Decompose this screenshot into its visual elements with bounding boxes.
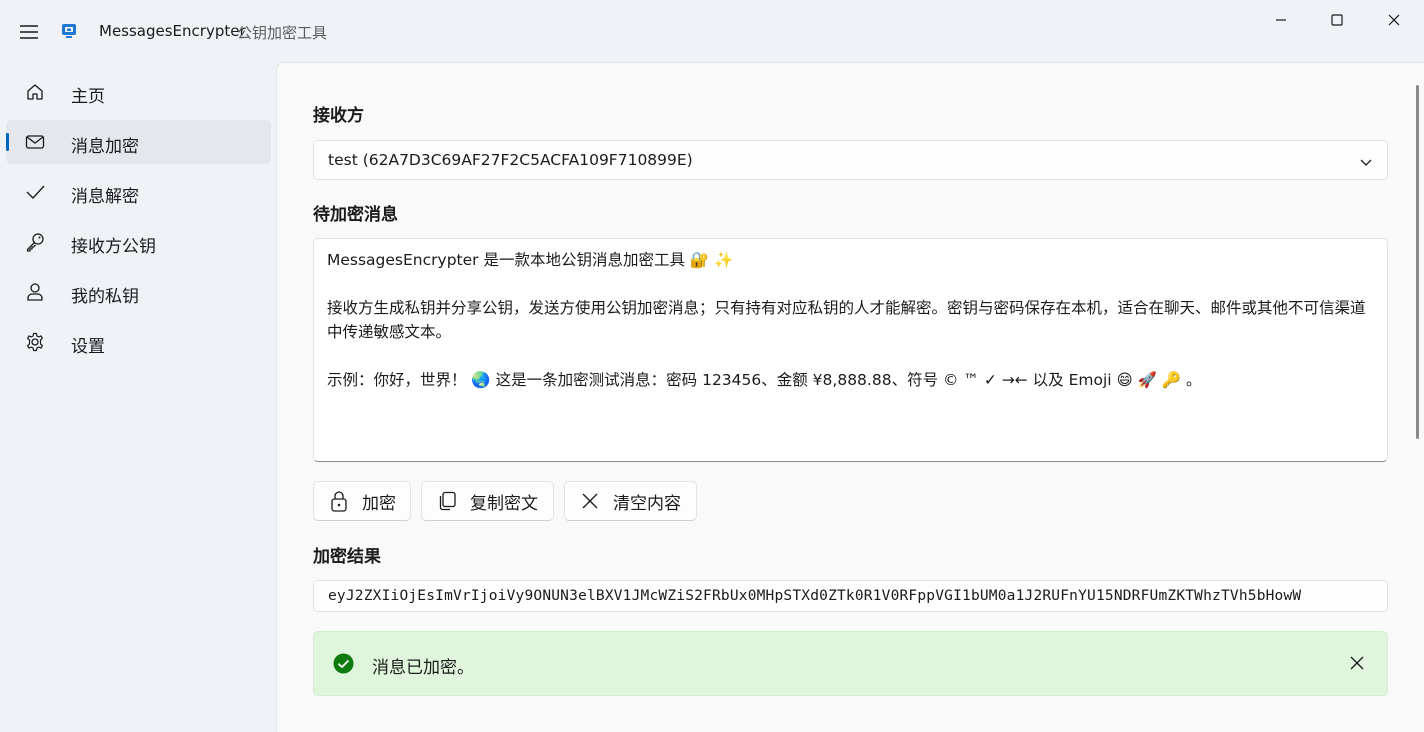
minimize-button[interactable] bbox=[1253, 0, 1309, 40]
copy-ciphertext-button[interactable]: 复制密文 bbox=[421, 481, 554, 521]
clear-button-label: 清空内容 bbox=[613, 493, 681, 514]
content-panel: 接收方 test (62A7D3C69AF27F2C5ACFA109F71089… bbox=[276, 62, 1424, 732]
nav-label: 消息解密 bbox=[71, 187, 139, 207]
maximize-button[interactable] bbox=[1309, 0, 1365, 40]
hamburger-menu-icon[interactable] bbox=[12, 16, 46, 48]
close-icon bbox=[579, 490, 601, 512]
ciphertext-output[interactable]: eyJ2ZXIiOjEsImVrIjoiVy9ONUN3elBXV1JMcWZi… bbox=[313, 580, 1388, 612]
app-title: MessagesEncrypter bbox=[99, 22, 246, 40]
vertical-scrollbar[interactable] bbox=[1416, 85, 1419, 439]
result-label: 加密结果 bbox=[313, 547, 381, 567]
encrypt-button[interactable]: 加密 bbox=[313, 481, 411, 521]
nav-item-recipient-keys[interactable]: 接收方公钥 bbox=[6, 220, 271, 264]
nav-item-decrypt[interactable]: 消息解密 bbox=[6, 170, 271, 214]
close-infobar-icon[interactable] bbox=[1346, 652, 1368, 674]
lock-icon bbox=[328, 490, 350, 512]
nav-item-home[interactable]: 主页 bbox=[6, 70, 271, 114]
nav-label: 我的私钥 bbox=[71, 287, 139, 307]
checkmark-icon bbox=[24, 181, 46, 203]
nav-label: 主页 bbox=[71, 87, 105, 107]
nav-label: 接收方公钥 bbox=[71, 237, 156, 257]
close-window-button[interactable] bbox=[1366, 0, 1422, 40]
copy-button-label: 复制密文 bbox=[470, 493, 538, 514]
encrypt-button-label: 加密 bbox=[362, 493, 396, 514]
mail-icon bbox=[24, 131, 46, 153]
copy-icon bbox=[436, 490, 458, 512]
title-bar: MessagesEncrypter 公钥加密工具 bbox=[0, 0, 1424, 62]
clear-content-button[interactable]: 清空内容 bbox=[564, 481, 697, 521]
recipient-dropdown[interactable]: test (62A7D3C69AF27F2C5ACFA109F710899E) bbox=[313, 140, 1388, 180]
success-check-icon bbox=[333, 653, 354, 674]
success-infobar: 消息已加密。 bbox=[313, 631, 1388, 696]
home-icon bbox=[24, 81, 46, 103]
nav-item-private-key[interactable]: 我的私钥 bbox=[6, 270, 271, 314]
message-input[interactable]: MessagesEncrypter 是一款本地公钥消息加密工具 🔐 ✨ 接收方生… bbox=[313, 238, 1388, 462]
app-subtitle: 公钥加密工具 bbox=[237, 24, 328, 42]
nav-item-encrypt[interactable]: 消息加密 bbox=[6, 120, 271, 164]
recipient-label: 接收方 bbox=[313, 106, 364, 126]
message-label: 待加密消息 bbox=[313, 205, 398, 225]
recipient-selected-value: test (62A7D3C69AF27F2C5ACFA109F710899E) bbox=[328, 151, 693, 169]
app-logo-icon bbox=[60, 22, 78, 40]
ciphertext-text: eyJ2ZXIiOjEsImVrIjoiVy9ONUN3elBXV1JMcWZi… bbox=[328, 588, 1302, 604]
nav-label: 消息加密 bbox=[71, 137, 139, 157]
nav-item-settings[interactable]: 设置 bbox=[6, 320, 271, 364]
info-message: 消息已加密。 bbox=[372, 658, 474, 678]
key-icon bbox=[24, 231, 46, 253]
chevron-down-icon bbox=[1359, 154, 1373, 168]
person-icon bbox=[24, 281, 46, 303]
selection-indicator bbox=[6, 133, 9, 151]
gear-icon bbox=[24, 331, 46, 353]
nav-label: 设置 bbox=[71, 337, 105, 357]
